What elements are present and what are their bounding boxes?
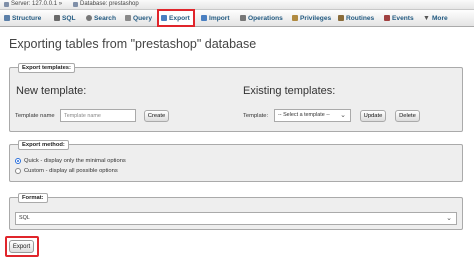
sql-icon bbox=[54, 15, 60, 21]
chevron-down-icon: ⌄ bbox=[446, 215, 452, 222]
export-button[interactable]: Export bbox=[9, 240, 34, 253]
new-template-heading: New template: bbox=[16, 85, 87, 97]
tab-structure[interactable]: Structure bbox=[4, 10, 41, 26]
breadcrumb-server-label: Server: 127.0.0.1 » bbox=[11, 1, 63, 7]
template-select-value: -- Select a template -- bbox=[278, 112, 330, 118]
export-templates-panel: Export templates: New template: Existing… bbox=[9, 63, 463, 132]
tab-export[interactable]: Export bbox=[157, 9, 195, 27]
routines-icon bbox=[338, 15, 344, 21]
tab-export-label: Export bbox=[169, 14, 190, 22]
tab-routines[interactable]: Routines bbox=[338, 10, 374, 26]
update-button[interactable]: Update bbox=[360, 110, 386, 122]
structure-icon bbox=[4, 15, 10, 21]
radio-custom[interactable]: Custom - display all possible options bbox=[15, 168, 118, 174]
export-icon bbox=[161, 15, 167, 21]
operations-icon bbox=[240, 15, 246, 21]
template-name-input[interactable]: Template name bbox=[60, 109, 136, 122]
breadcrumb-server[interactable]: Server: 127.0.0.1 » bbox=[4, 0, 62, 9]
database-icon bbox=[73, 2, 78, 7]
search-icon bbox=[86, 15, 92, 21]
tab-query-label: Query bbox=[133, 14, 153, 22]
breadcrumb-database[interactable]: Database: prestashop bbox=[73, 0, 139, 9]
server-icon bbox=[4, 2, 9, 7]
query-icon bbox=[125, 15, 131, 21]
radio-custom-label: Custom - display all possible options bbox=[24, 168, 118, 174]
import-icon bbox=[201, 15, 207, 21]
events-icon bbox=[384, 15, 390, 21]
tab-import-label: Import bbox=[209, 14, 230, 22]
tab-operations-label: Operations bbox=[248, 14, 283, 22]
tab-structure-label: Structure bbox=[12, 14, 42, 22]
radio-custom-dot[interactable] bbox=[15, 168, 21, 174]
tab-events[interactable]: Events bbox=[384, 10, 414, 26]
tab-sql-label: SQL bbox=[62, 14, 76, 22]
create-button[interactable]: Create bbox=[144, 110, 169, 122]
export-templates-legend: Export templates: bbox=[18, 63, 75, 73]
breadcrumb: Server: 127.0.0.1 » Database: prestashop bbox=[0, 0, 474, 10]
template-select-label: Template: bbox=[243, 113, 269, 119]
tab-operations[interactable]: Operations bbox=[240, 10, 283, 26]
tab-sql[interactable]: SQL bbox=[54, 10, 76, 26]
tab-more-label: More bbox=[431, 14, 448, 22]
radio-quick[interactable]: Quick - display only the minimal options bbox=[15, 158, 126, 164]
format-select[interactable]: SQL ⌄ bbox=[15, 212, 457, 225]
format-legend: Format: bbox=[18, 193, 48, 203]
page-title: Exporting tables from "prestashop" datab… bbox=[9, 37, 257, 51]
export-method-legend: Export method: bbox=[18, 140, 69, 150]
export-method-panel: Export method: Quick - display only the … bbox=[9, 140, 463, 182]
tab-search-label: Search bbox=[94, 14, 116, 22]
existing-templates-heading: Existing templates: bbox=[243, 85, 336, 97]
format-panel: Format: SQL ⌄ bbox=[9, 193, 463, 230]
tab-query[interactable]: Query bbox=[125, 10, 152, 26]
tab-privileges[interactable]: Privileges bbox=[292, 10, 331, 26]
radio-quick-dot[interactable] bbox=[15, 158, 21, 164]
chevron-down-icon: ⌄ bbox=[340, 112, 346, 119]
template-name-label: Template name bbox=[15, 113, 55, 119]
tab-privileges-label: Privileges bbox=[300, 14, 332, 22]
tab-search[interactable]: Search bbox=[86, 10, 116, 26]
tab-routines-label: Routines bbox=[346, 14, 375, 22]
tab-bar: Structure SQL Search Query Export Import… bbox=[0, 9, 474, 27]
delete-button[interactable]: Delete bbox=[395, 110, 420, 122]
tab-events-label: Events bbox=[392, 14, 414, 22]
format-select-value: SQL bbox=[19, 215, 30, 221]
template-select[interactable]: -- Select a template -- ⌄ bbox=[274, 109, 351, 122]
more-chevron-icon: ▼ bbox=[423, 14, 430, 22]
tab-more[interactable]: ▼ More bbox=[423, 10, 448, 26]
breadcrumb-database-label: Database: prestashop bbox=[80, 1, 139, 7]
privileges-icon bbox=[292, 15, 298, 21]
radio-quick-label: Quick - display only the minimal options bbox=[24, 158, 126, 164]
tab-import[interactable]: Import bbox=[201, 10, 230, 26]
